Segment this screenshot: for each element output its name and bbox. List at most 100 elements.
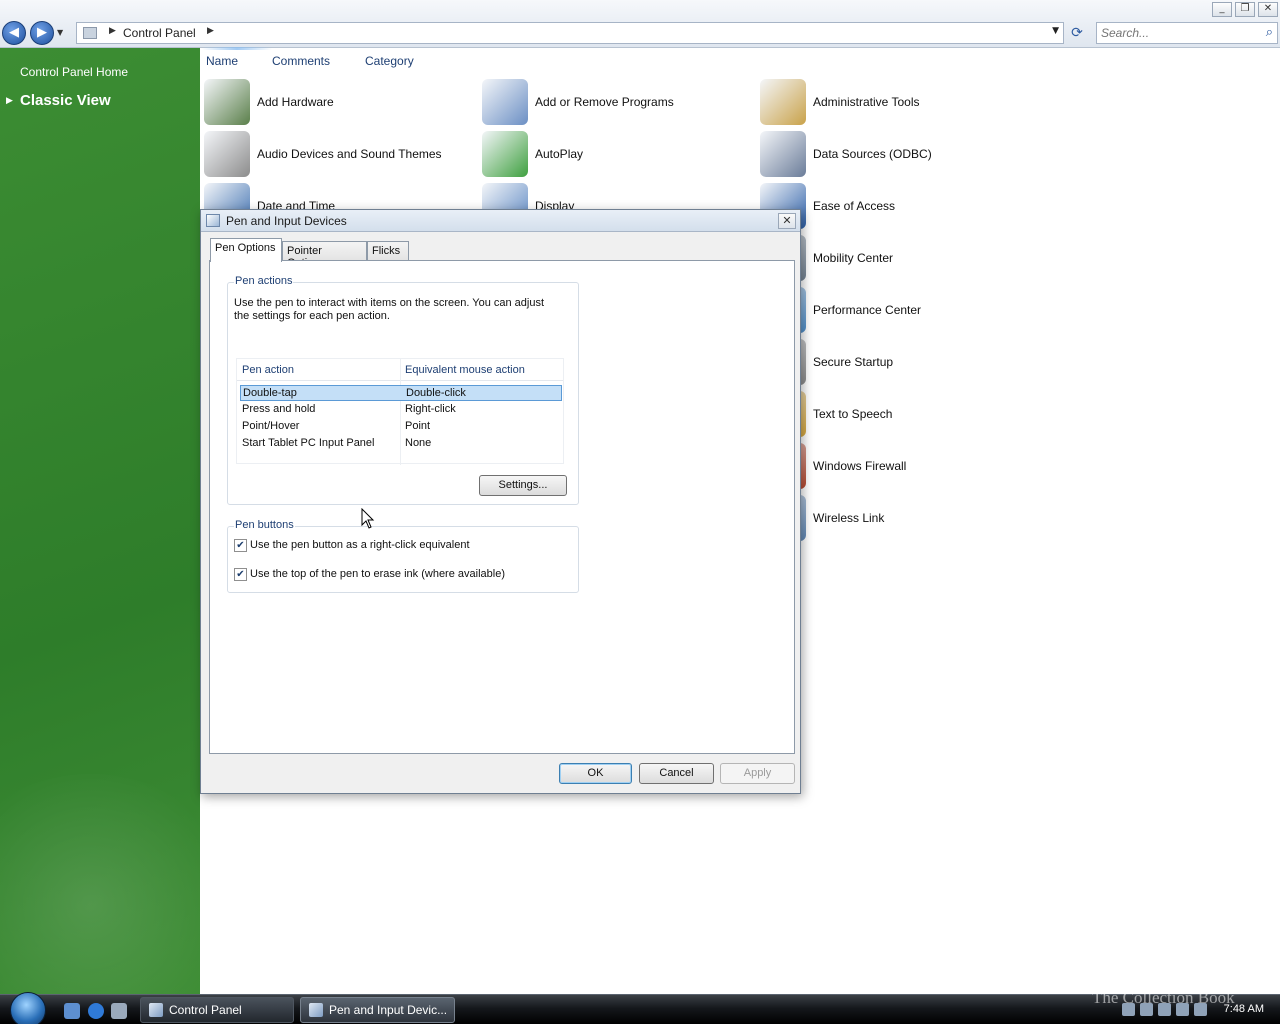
column-category[interactable]: Category — [365, 54, 414, 68]
close-button[interactable]: ✕ — [1258, 2, 1278, 17]
breadcrumb-arrow-icon[interactable]: ▶ — [109, 26, 116, 36]
mouse-action-cell: None — [405, 437, 432, 449]
pen-action-cell: Press and hold — [242, 403, 316, 415]
tab-pen-options[interactable]: Pen Options — [210, 238, 282, 262]
column-comments[interactable]: Comments — [272, 54, 330, 68]
show-desktop-icon[interactable] — [64, 1003, 80, 1019]
column-mouse-action[interactable]: Equivalent mouse action — [405, 364, 525, 376]
control-panel-item-label: Add or Remove Programs — [535, 95, 674, 109]
description-line: Use the pen to interact with items on th… — [234, 297, 545, 309]
pen-actions-list[interactable]: Pen action Equivalent mouse action Doubl… — [236, 358, 564, 465]
right-click-checkbox[interactable]: ✔ — [234, 539, 247, 552]
pen-icon — [206, 214, 220, 227]
pen-action-cell: Start Tablet PC Input Panel — [242, 437, 375, 449]
control-panel-icon — [83, 27, 97, 39]
mouse-action-cell: Right-click — [405, 403, 456, 415]
dialog-title-bar[interactable]: Pen and Input Devices ✕ — [201, 210, 800, 232]
ok-button[interactable]: OK — [559, 763, 632, 784]
forward-button[interactable]: ▶ — [30, 21, 54, 45]
erase-ink-checkbox[interactable]: ✔ — [234, 568, 247, 581]
right-click-checkbox-label[interactable]: Use the pen button as a right-click equi… — [250, 539, 470, 551]
control-panel-item-label: Administrative Tools — [813, 95, 920, 109]
list-row[interactable]: Double-tap Double-click — [240, 385, 562, 401]
autoplay-icon — [482, 131, 528, 177]
control-panel-item[interactable]: Audio Devices and Sound Themes — [204, 130, 442, 178]
expand-arrow-icon: ▶ — [6, 96, 13, 106]
erase-ink-checkbox-label[interactable]: Use the top of the pen to erase ink (whe… — [250, 568, 505, 580]
control-panel-item-label: Audio Devices and Sound Themes — [257, 147, 442, 161]
speaker-icon — [204, 131, 250, 177]
minimize-button[interactable]: _ — [1212, 2, 1232, 17]
pen-action-cell: Double-tap — [243, 387, 297, 399]
watermark: The Collection Book — [1092, 988, 1235, 1007]
pen-icon — [309, 1003, 323, 1017]
breadcrumb-arrow-icon[interactable]: ▶ — [207, 26, 214, 36]
cancel-button[interactable]: Cancel — [639, 763, 714, 784]
control-panel-item[interactable]: Add Hardware — [204, 78, 334, 126]
pen-input-devices-dialog: Pen and Input Devices ✕ Pen Options Poin… — [200, 209, 801, 794]
list-row[interactable]: Point/Hover Point — [240, 419, 562, 435]
apply-button[interactable]: Apply — [720, 763, 795, 784]
description-line: the settings for each pen action. — [234, 310, 390, 322]
classic-view-link[interactable]: Classic View — [20, 92, 111, 109]
administrative-tools-icon — [760, 79, 806, 125]
taskbar-pen-input-devices[interactable]: Pen and Input Devic... — [300, 997, 455, 1023]
mouse-action-cell: Double-click — [406, 387, 466, 399]
control-panel-item-label: Windows Firewall — [813, 459, 907, 473]
pen-actions-label: Pen actions — [234, 275, 294, 287]
control-panel-item[interactable]: Data Sources (ODBC) — [760, 130, 932, 178]
pen-action-cell: Point/Hover — [242, 420, 300, 432]
address-dropdown-icon[interactable]: ▼ — [1052, 26, 1059, 36]
search-icon[interactable]: ⌕ — [1266, 25, 1273, 40]
control-panel-item-label: Ease of Access — [813, 199, 896, 213]
control-panel-item-label: AutoPlay — [535, 147, 584, 161]
control-panel-item[interactable]: AutoPlay — [482, 130, 583, 178]
task-pane: Control Panel Home ▶ Classic View — [0, 48, 200, 994]
settings-button[interactable]: Settings... — [479, 475, 567, 496]
add-hardware-icon — [204, 79, 250, 125]
control-panel-item-label: Text to Speech — [813, 407, 893, 421]
dialog-title: Pen and Input Devices — [226, 214, 347, 228]
add-remove-programs-icon — [482, 79, 528, 125]
list-row[interactable]: Press and hold Right-click — [240, 402, 562, 418]
search-input[interactable] — [1101, 24, 1251, 42]
pen-options-panel: Pen actions Use the pen to interact with… — [209, 260, 795, 754]
breadcrumb[interactable]: Control Panel — [123, 26, 196, 40]
tab-pointer-options[interactable]: Pointer Options — [282, 241, 367, 269]
maximize-button[interactable]: ❐ — [1235, 2, 1255, 17]
refresh-icon[interactable]: ⟳ — [1068, 24, 1086, 42]
back-button[interactable]: ◀ — [2, 21, 26, 45]
mouse-action-cell: Point — [405, 420, 431, 432]
task-label: Control Panel — [169, 1003, 242, 1017]
pen-actions-group: Pen actions Use the pen to interact with… — [227, 275, 579, 505]
control-panel-icon — [149, 1003, 163, 1017]
column-pen-action[interactable]: Pen action — [242, 364, 294, 376]
start-button[interactable] — [10, 992, 46, 1024]
task-label: Pen and Input Devic... — [329, 1003, 448, 1017]
pen-buttons-label: Pen buttons — [234, 519, 295, 531]
pen-buttons-group: Pen buttons ✔ Use the pen button as a ri… — [227, 519, 579, 593]
control-panel-item-label: Wireless Link — [813, 511, 885, 525]
mouse-cursor-icon — [361, 508, 375, 529]
control-panel-item-label: Mobility Center — [813, 251, 894, 265]
search-box[interactable]: ⌕ — [1096, 22, 1278, 44]
control-panel-item[interactable]: Administrative Tools — [760, 78, 920, 126]
address-bar[interactable]: ▶ Control Panel ▶ ▼ — [76, 22, 1064, 44]
internet-explorer-icon[interactable] — [88, 1003, 104, 1019]
column-name[interactable]: Name — [201, 47, 273, 68]
explorer-toolbar: _ ❐ ✕ ◀ ▶ ▼ ▶ Control Panel ▶ ▼ ⟳ ⌕ — [0, 0, 1280, 48]
taskbar: Control Panel Pen and Input Devic... 7:4… — [0, 992, 1280, 1024]
control-panel-item-label: Performance Center — [813, 303, 922, 317]
switch-windows-icon[interactable] — [111, 1003, 127, 1019]
pen-actions-description: Use the pen to interact with items on th… — [234, 297, 564, 323]
control-panel-item-label: Add Hardware — [257, 95, 334, 109]
taskbar-control-panel[interactable]: Control Panel — [140, 997, 294, 1023]
list-row[interactable]: Start Tablet PC Input Panel None — [240, 436, 562, 452]
recent-pages-chevron-icon[interactable]: ▼ — [57, 28, 63, 37]
control-panel-item[interactable]: Add or Remove Programs — [482, 78, 674, 126]
tab-flicks[interactable]: Flicks — [367, 241, 409, 261]
control-panel-item-label: Secure Startup — [813, 355, 894, 369]
dialog-close-button[interactable]: ✕ — [778, 213, 796, 229]
sidebar-decoration — [0, 774, 200, 994]
control-panel-home-link[interactable]: Control Panel Home — [20, 65, 128, 79]
